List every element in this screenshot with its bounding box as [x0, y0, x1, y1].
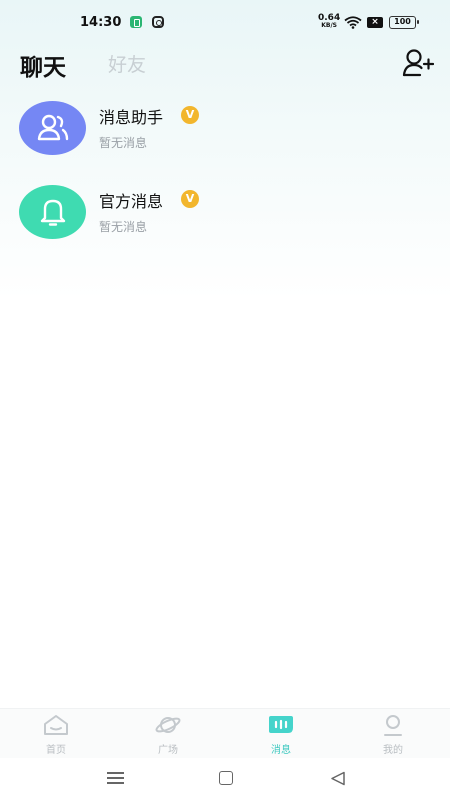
planet-icon: [155, 717, 181, 733]
avatar: [19, 185, 86, 239]
no-sim-icon: ×: [367, 17, 383, 28]
conversation-preview: 暂无消息: [99, 220, 148, 234]
conversation-list: 消息助手 V 暂无消息 官方消息 V 暂无消息: [0, 96, 450, 264]
conversation-name: 消息助手: [99, 108, 164, 127]
instagram-icon: [152, 16, 164, 28]
app-header: 聊天 好友: [0, 44, 450, 84]
conversation-preview: 暂无消息: [99, 136, 148, 150]
tab-chat[interactable]: 聊天: [20, 48, 66, 82]
system-nav-bar: [0, 758, 450, 800]
battery-icon: 100: [389, 16, 419, 29]
nav-label: 消息: [271, 745, 291, 756]
nav-profile[interactable]: 我的: [353, 709, 433, 759]
conversation-item-official[interactable]: 官方消息 V 暂无消息: [0, 180, 450, 264]
avatar: [19, 101, 86, 155]
nav-home[interactable]: 首页: [16, 709, 96, 759]
battery-saver-icon: [130, 16, 142, 28]
users-icon: [37, 114, 68, 141]
bell-icon: [40, 199, 65, 226]
bottom-nav: 首页 广场 消息 我的: [0, 708, 450, 758]
nav-label: 广场: [158, 745, 178, 756]
system-home-button[interactable]: [219, 771, 233, 785]
profile-icon: [384, 715, 402, 736]
nav-label: 我的: [383, 745, 403, 756]
recent-apps-button[interactable]: [107, 772, 124, 784]
nav-label: 首页: [46, 745, 66, 756]
network-speed: 0.64 KB/S: [318, 14, 340, 30]
message-icon: [269, 716, 293, 733]
tab-friends[interactable]: 好友: [108, 50, 146, 77]
wifi-icon: [344, 16, 362, 29]
conversation-name: 官方消息: [99, 192, 164, 211]
add-user-icon[interactable]: [402, 48, 434, 78]
system-back-button[interactable]: [330, 771, 346, 786]
nav-messages[interactable]: 消息: [241, 709, 321, 759]
conversation-item-assistant[interactable]: 消息助手 V 暂无消息: [0, 96, 450, 180]
status-bar: 14:30 0.64 KB/S × 100: [0, 0, 450, 44]
home-icon: [44, 715, 68, 735]
nav-square[interactable]: 广场: [128, 709, 208, 759]
clock: 14:30: [80, 15, 122, 30]
verified-badge: V: [181, 190, 199, 208]
verified-badge: V: [181, 106, 199, 124]
network-speed-unit: KB/S: [321, 22, 337, 29]
